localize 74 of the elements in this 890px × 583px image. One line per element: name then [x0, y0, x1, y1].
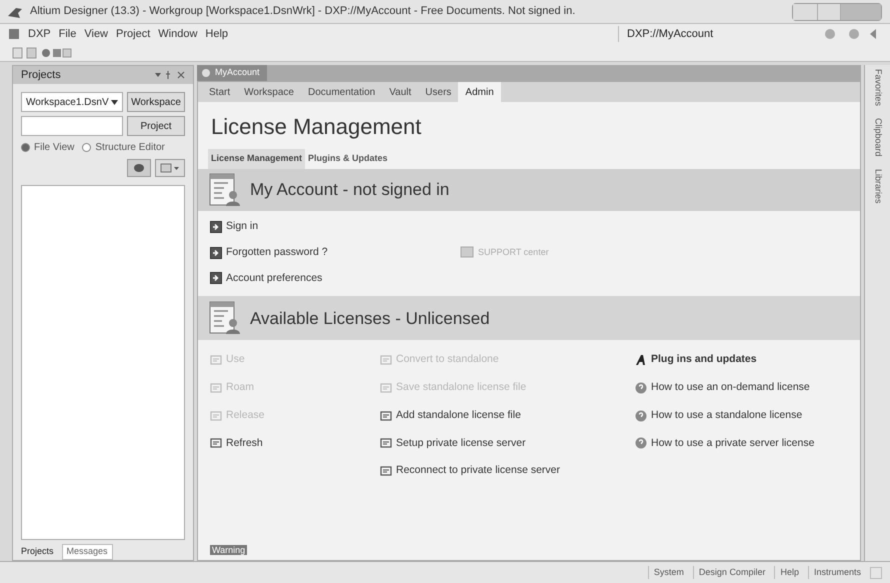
license-icon [210, 354, 222, 366]
panel-title: Projects [21, 68, 61, 83]
account-link[interactable]: Sign in [226, 219, 258, 235]
panel-controls-icon[interactable] [155, 71, 185, 79]
workspace-button[interactable]: Workspace [127, 92, 185, 112]
panel-tab[interactable]: Projects [17, 544, 58, 560]
nav-tab[interactable]: Start [202, 82, 238, 102]
letter-a-icon [635, 354, 647, 366]
side-tab[interactable]: Clipboard [870, 118, 884, 157]
help-icon [635, 382, 647, 394]
nav-tab[interactable]: Admin [458, 82, 501, 102]
app-logo-icon [8, 6, 22, 18]
project-input-field[interactable] [21, 116, 123, 136]
window-controls[interactable] [792, 2, 882, 20]
window-title: Altium Designer (13.3) - Workgroup [Workspace1.DsnWrk] - DXP://MyAccount - Free Documents. Not signed in. [30, 4, 576, 20]
license-action-link[interactable]: Add standalone license file [396, 408, 521, 424]
license-icon [210, 410, 222, 422]
menu-item[interactable]: DXP [28, 26, 51, 42]
help-icon [635, 410, 647, 422]
side-tab[interactable]: Libraries [870, 168, 884, 204]
address-field[interactable]: DXP://MyAccount [618, 26, 768, 42]
status-button[interactable]: System [648, 566, 689, 580]
section-title: My Account - not signed in [250, 179, 450, 202]
license-icon [380, 465, 392, 478]
options-button[interactable] [155, 159, 185, 177]
license-icon [380, 437, 392, 450]
status-button[interactable]: Instruments [808, 566, 866, 580]
license-action-link[interactable]: How to use an on-demand license [651, 380, 810, 396]
menu-item[interactable]: View [84, 26, 108, 42]
nav-tab[interactable]: Workspace [237, 82, 301, 102]
page-title: License Management [210, 113, 422, 141]
account-link[interactable]: Account preferences [226, 270, 322, 286]
view-radio[interactable]: File View [21, 140, 74, 155]
refresh-button[interactable] [127, 159, 151, 177]
support-icon [460, 246, 474, 258]
license-icon [380, 410, 392, 422]
menu-item[interactable]: Help [205, 26, 228, 42]
stack-icon [133, 163, 145, 173]
nav-tab[interactable]: Vault [382, 82, 418, 102]
menu-item[interactable]: Project [116, 26, 150, 42]
project-button[interactable]: Project [127, 116, 185, 136]
section-title: Available Licenses - Unlicensed [250, 308, 490, 330]
gear-icon [201, 68, 211, 78]
nav-tab[interactable]: Users [418, 82, 458, 102]
status-button[interactable]: Design Compiler [692, 566, 770, 580]
sub-tab[interactable]: Plugins & Updates [305, 149, 391, 169]
menu-item[interactable]: Window [158, 26, 198, 42]
toolbar-icons[interactable] [12, 46, 72, 58]
caret-icon [111, 100, 118, 104]
license-action-link[interactable]: Refresh [226, 436, 263, 452]
license-icon [380, 354, 392, 366]
view-radio[interactable]: Structure Editor [82, 140, 165, 155]
document-person-icon [208, 301, 242, 336]
license-icon [380, 382, 392, 394]
warning-label: Warning [210, 544, 248, 554]
panel-tab[interactable]: Messages [62, 544, 113, 560]
status-button[interactable]: Help [774, 566, 804, 580]
side-tab[interactable]: Favorites [870, 69, 884, 106]
menu-item[interactable]: File [58, 26, 76, 42]
account-link[interactable]: Forgotten password ? [226, 244, 328, 260]
license-icon [210, 382, 222, 394]
folder-caret-icon [160, 163, 180, 173]
license-action-link[interactable]: How to use a standalone license [651, 408, 802, 424]
help-icon [635, 437, 647, 450]
license-action-link[interactable]: Plug ins and updates [651, 352, 757, 368]
document-person-icon [208, 173, 242, 207]
sub-tab[interactable]: License Management [208, 149, 306, 169]
license-action-link[interactable]: How to use a private server license [651, 436, 814, 452]
dxp-icon [8, 28, 20, 40]
license-action-link[interactable]: Reconnect to private license server [396, 463, 560, 479]
license-icon [210, 437, 222, 450]
nav-tab[interactable]: Documentation [300, 82, 382, 102]
license-action-link[interactable]: Setup private license server [396, 436, 526, 452]
workspace-dropdown[interactable]: Workspace1.DsnV [21, 92, 123, 112]
